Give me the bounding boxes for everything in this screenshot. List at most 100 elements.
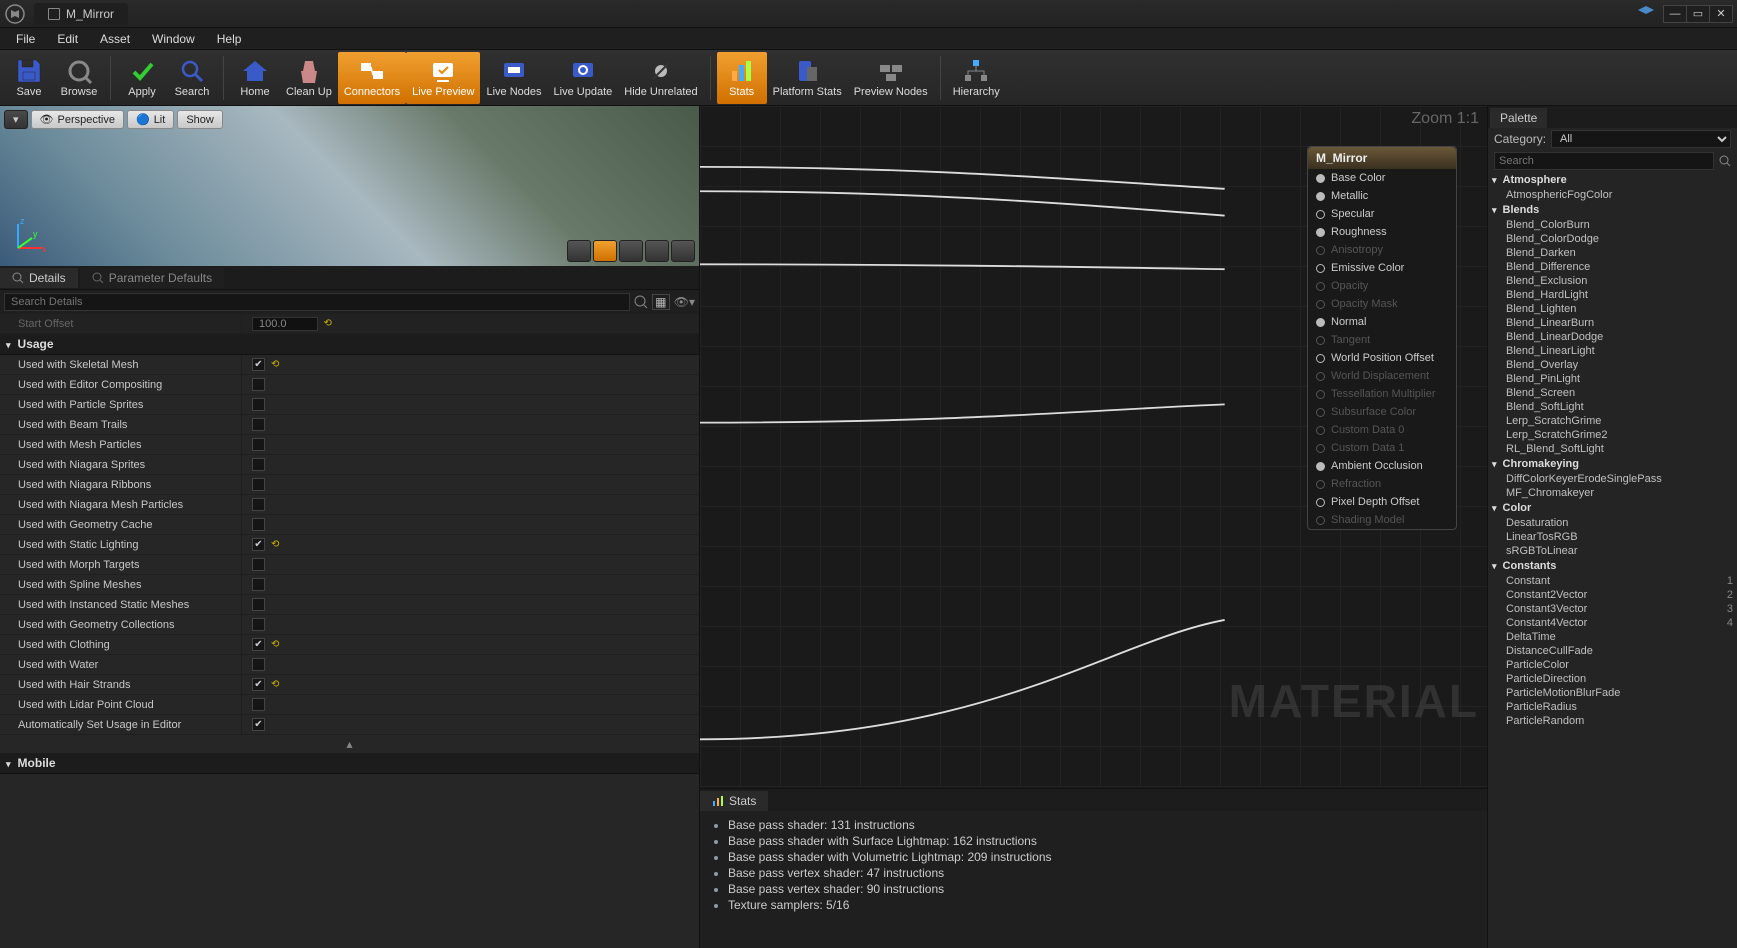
toolbar-home-button[interactable]: Home bbox=[230, 52, 280, 104]
checkbox[interactable] bbox=[252, 498, 265, 511]
palette-item[interactable]: Desaturation bbox=[1488, 516, 1737, 530]
lit-button[interactable]: 🔵 Lit bbox=[127, 110, 174, 129]
checkbox[interactable] bbox=[252, 378, 265, 391]
pin-pixel-depth-offset[interactable]: Pixel Depth Offset bbox=[1308, 493, 1456, 511]
palette-item[interactable]: Blend_LinearLight bbox=[1488, 344, 1737, 358]
document-tab[interactable]: M_Mirror bbox=[34, 3, 128, 25]
checkbox[interactable] bbox=[252, 518, 265, 531]
viewport-dropdown-button[interactable]: ▾ bbox=[4, 110, 28, 129]
palette-item[interactable]: DiffColorKeyerErodeSinglePass bbox=[1488, 472, 1737, 486]
toolbar-search-button[interactable]: Search bbox=[167, 52, 217, 104]
shape-teapot-button[interactable] bbox=[671, 240, 695, 262]
palette-item[interactable]: Blend_ColorBurn bbox=[1488, 218, 1737, 232]
palette-item[interactable]: Blend_PinLight bbox=[1488, 372, 1737, 386]
palette-category-atmosphere[interactable]: Atmosphere bbox=[1488, 172, 1737, 188]
minimize-button[interactable]: — bbox=[1663, 5, 1687, 23]
palette-item[interactable]: ParticleRandom bbox=[1488, 714, 1737, 728]
reset-icon[interactable]: ⟲ bbox=[271, 679, 279, 690]
checkbox[interactable] bbox=[252, 418, 265, 431]
palette-item[interactable]: Constant2Vector2 bbox=[1488, 588, 1737, 602]
prop-start-offset-value[interactable]: 100.0 ⟲ bbox=[242, 317, 332, 331]
palette-item[interactable]: Lerp_ScratchGrime2 bbox=[1488, 428, 1737, 442]
checkbox[interactable] bbox=[252, 398, 265, 411]
checkbox[interactable] bbox=[252, 638, 265, 651]
toolbar-hierarchy-button[interactable]: Hierarchy bbox=[947, 52, 1006, 104]
tab-parameter-defaults[interactable]: Parameter Defaults bbox=[80, 268, 224, 288]
palette-category-blends[interactable]: Blends bbox=[1488, 202, 1737, 218]
tab-stats[interactable]: Stats bbox=[700, 791, 768, 811]
shape-plane-button[interactable] bbox=[619, 240, 643, 262]
toolbar-stats-button[interactable]: Stats bbox=[717, 52, 767, 104]
palette-item[interactable]: Constant3Vector3 bbox=[1488, 602, 1737, 616]
show-button[interactable]: Show bbox=[177, 110, 223, 129]
checkbox[interactable] bbox=[252, 538, 265, 551]
search-icon[interactable] bbox=[634, 295, 648, 309]
palette-item[interactable]: DistanceCullFade bbox=[1488, 644, 1737, 658]
toolbar-hide-unrelated-button[interactable]: Hide Unrelated bbox=[618, 52, 703, 104]
checkbox[interactable] bbox=[252, 698, 265, 711]
palette-item[interactable]: Blend_ColorDodge bbox=[1488, 232, 1737, 246]
toolbar-live-nodes-button[interactable]: Live Nodes bbox=[480, 52, 547, 104]
pin-world-position-offset[interactable]: World Position Offset bbox=[1308, 349, 1456, 367]
menu-file[interactable]: File bbox=[6, 30, 45, 48]
palette-item[interactable]: Constant1 bbox=[1488, 574, 1737, 588]
palette-item[interactable]: Lerp_ScratchGrime bbox=[1488, 414, 1737, 428]
eye-toggle-button[interactable]: 👁▾ bbox=[674, 295, 695, 309]
pin-normal[interactable]: Normal bbox=[1308, 313, 1456, 331]
palette-item[interactable]: ParticleRadius bbox=[1488, 700, 1737, 714]
category-usage[interactable]: Usage bbox=[0, 334, 699, 355]
toolbar-browse-button[interactable]: Browse bbox=[54, 52, 104, 104]
checkbox[interactable] bbox=[252, 458, 265, 471]
menu-help[interactable]: Help bbox=[207, 30, 252, 48]
palette-item[interactable]: RL_Blend_SoftLight bbox=[1488, 442, 1737, 456]
checkbox[interactable] bbox=[252, 558, 265, 571]
tab-details[interactable]: Details bbox=[0, 268, 78, 288]
palette-item[interactable]: ParticleDirection bbox=[1488, 672, 1737, 686]
close-button[interactable]: ✕ bbox=[1709, 5, 1733, 23]
checkbox[interactable] bbox=[252, 598, 265, 611]
palette-item[interactable]: Blend_Lighten bbox=[1488, 302, 1737, 316]
palette-item[interactable]: ParticleColor bbox=[1488, 658, 1737, 672]
menu-asset[interactable]: Asset bbox=[90, 30, 140, 48]
palette-search-input[interactable] bbox=[1494, 152, 1714, 170]
pin-emissive-color[interactable]: Emissive Color bbox=[1308, 259, 1456, 277]
toolbar-save-button[interactable]: Save bbox=[4, 52, 54, 104]
menu-window[interactable]: Window bbox=[142, 30, 205, 48]
palette-item[interactable]: sRGBToLinear bbox=[1488, 544, 1737, 558]
material-graph[interactable]: Zoom 1:1 MATERIAL M_Mirror Base ColorMet… bbox=[700, 106, 1487, 788]
pin-roughness[interactable]: Roughness bbox=[1308, 223, 1456, 241]
palette-item[interactable]: Blend_Overlay bbox=[1488, 358, 1737, 372]
expand-more-icon[interactable]: ▴ bbox=[0, 735, 699, 753]
checkbox[interactable] bbox=[252, 358, 265, 371]
reset-icon[interactable]: ⟲ bbox=[271, 359, 279, 370]
palette-item[interactable]: LinearTosRGB bbox=[1488, 530, 1737, 544]
shape-cube-button[interactable] bbox=[645, 240, 669, 262]
palette-item[interactable]: Blend_Exclusion bbox=[1488, 274, 1737, 288]
toolbar-live-update-button[interactable]: Live Update bbox=[548, 52, 619, 104]
toolbar-apply-button[interactable]: Apply bbox=[117, 52, 167, 104]
maximize-button[interactable]: ▭ bbox=[1686, 5, 1710, 23]
palette-item[interactable]: Blend_SoftLight bbox=[1488, 400, 1737, 414]
shape-cylinder-button[interactable] bbox=[567, 240, 591, 262]
checkbox[interactable] bbox=[252, 618, 265, 631]
palette-item[interactable]: Blend_Screen bbox=[1488, 386, 1737, 400]
toolbar-live-preview-button[interactable]: Live Preview bbox=[406, 52, 480, 104]
preview-viewport[interactable]: ▾ 👁 Perspective 🔵 Lit Show z x y bbox=[0, 106, 699, 266]
palette-item[interactable]: Constant4Vector4 bbox=[1488, 616, 1737, 630]
checkbox[interactable] bbox=[252, 718, 265, 731]
palette-item[interactable]: AtmosphericFogColor bbox=[1488, 188, 1737, 202]
palette-category-chromakeying[interactable]: Chromakeying bbox=[1488, 456, 1737, 472]
palette-item[interactable]: Blend_LinearDodge bbox=[1488, 330, 1737, 344]
menu-edit[interactable]: Edit bbox=[47, 30, 88, 48]
search-icon[interactable] bbox=[1719, 155, 1731, 167]
toolbar-platform-stats-button[interactable]: Platform Stats bbox=[767, 52, 848, 104]
checkbox[interactable] bbox=[252, 478, 265, 491]
view-options-button[interactable]: ▦ bbox=[652, 294, 670, 310]
palette-item[interactable]: DeltaTime bbox=[1488, 630, 1737, 644]
palette-item[interactable]: Blend_LinearBurn bbox=[1488, 316, 1737, 330]
category-mobile[interactable]: Mobile bbox=[0, 753, 699, 774]
palette-item[interactable]: Blend_HardLight bbox=[1488, 288, 1737, 302]
reset-icon[interactable]: ⟲ bbox=[324, 318, 332, 329]
details-search-input[interactable] bbox=[4, 293, 630, 311]
palette-item[interactable]: ParticleMotionBlurFade bbox=[1488, 686, 1737, 700]
